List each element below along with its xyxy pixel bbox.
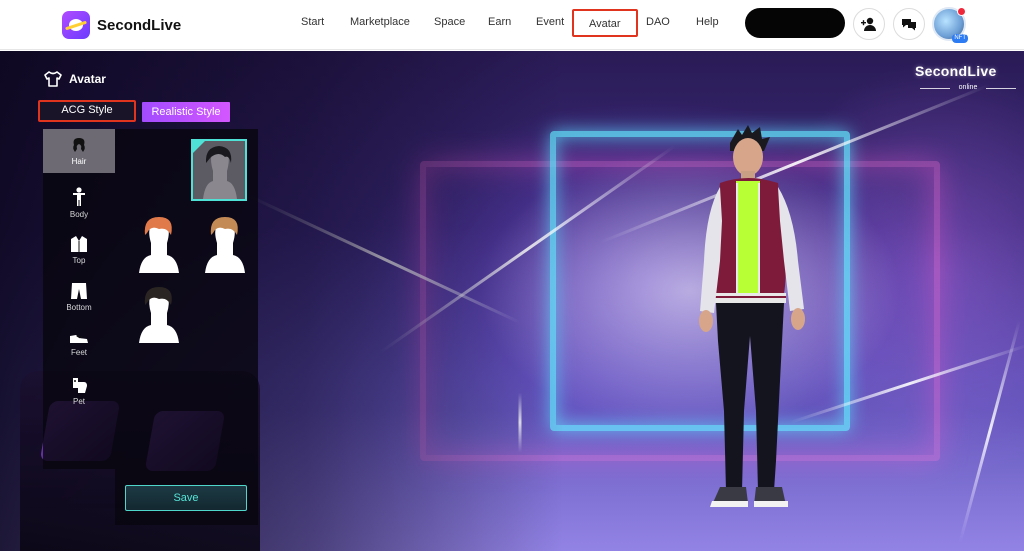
jacket-icon [71,236,87,252]
hair-icon [73,138,85,152]
category-label: Bottom [66,303,92,312]
hair-thumbnail [205,217,245,273]
avatar[interactable]: NFT [932,7,968,43]
category-pet[interactable]: Pet [43,369,115,413]
pet-icon [73,378,87,393]
category-label: Hair [71,157,87,166]
nft-badge: NFT [952,34,968,43]
sneaker-icon [70,334,88,343]
category-body[interactable]: Body [43,181,115,225]
category-list: Hair Body Top Bottom Feet Pet [43,129,115,469]
body-icon [73,187,85,206]
account-pill[interactable] [745,8,845,38]
panel-title: Avatar [69,72,106,86]
nav-marketplace[interactable]: Marketplace [350,16,410,28]
category-label: Feet [70,348,87,357]
panel-header: Avatar [44,71,106,87]
nav-space[interactable]: Space [434,16,465,28]
tab-realistic-style[interactable]: Realistic Style [142,102,230,122]
avatar-scene[interactable]: SecondLive online Avatar ACG Style Reali… [0,51,1024,551]
nav-avatar[interactable]: Avatar [572,9,638,37]
hair-thumbnail [139,287,179,343]
category-label: Pet [72,397,85,406]
category-top[interactable]: Top [43,228,115,272]
notification-dot [957,7,966,16]
category-hair[interactable]: Hair [43,129,115,173]
chat-icon [902,19,916,31]
hair-thumbnail [139,217,179,273]
hair-option[interactable] [197,211,253,273]
category-label: Body [69,210,89,219]
chat-button[interactable] [893,8,925,40]
avatar-character [699,125,805,507]
shirt-icon [44,71,62,87]
top-nav: SecondLive Start Marketplace Space Earn … [0,0,1024,50]
secondlive-logo-icon [62,11,90,39]
nav-start[interactable]: Start [301,16,324,28]
hair-option[interactable] [131,281,187,343]
logo[interactable]: SecondLive [62,10,181,40]
hair-option[interactable] [131,211,187,273]
hair-option-selected[interactable] [191,139,247,201]
scene-brand: SecondLive [915,63,997,79]
logo-text: SecondLive [97,16,182,34]
friends-button[interactable] [853,8,885,40]
category-bottom[interactable]: Bottom [43,275,115,319]
save-button[interactable]: Save [125,485,247,511]
user-add-icon [861,17,876,31]
nav-earn[interactable]: Earn [488,16,511,28]
category-label: Top [72,256,86,265]
nav-help[interactable]: Help [696,16,719,28]
scene-brand-sub: online [918,84,1018,91]
pants-icon [71,283,87,299]
nav-dao[interactable]: DAO [646,16,670,28]
tab-acg-style[interactable]: ACG Style [38,100,136,122]
nav-event[interactable]: Event [536,16,564,28]
checkmark-icon [193,141,205,153]
hair-options-grid [115,129,258,525]
category-feet[interactable]: Feet [43,322,115,366]
